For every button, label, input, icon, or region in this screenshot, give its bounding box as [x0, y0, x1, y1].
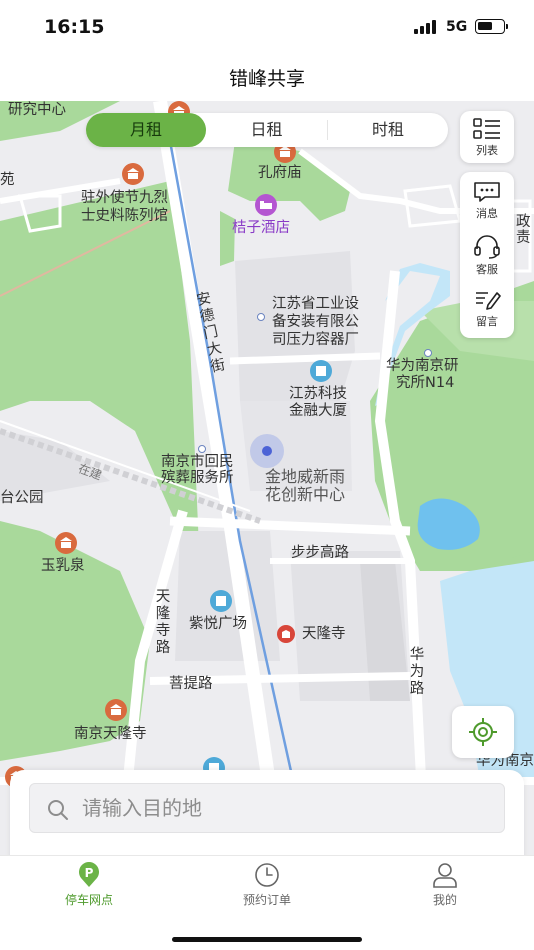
- map-label: 究所N14: [396, 375, 455, 391]
- map-label: 驻外使节九烈: [81, 190, 168, 206]
- feedback-button[interactable]: 留言: [460, 289, 514, 329]
- status-bar: 16:15 5G: [0, 0, 534, 56]
- poi-dot-icon: [257, 313, 265, 321]
- map-label: 孔府庙: [258, 165, 302, 181]
- map-label: 责: [516, 230, 531, 246]
- poi-dot-icon: [424, 349, 432, 357]
- map-label: 金融大厦: [289, 403, 347, 419]
- list-icon: [473, 118, 500, 139]
- status-time: 16:15: [44, 16, 105, 38]
- tab-parking-spots[interactable]: P 停车网点: [29, 862, 149, 908]
- map-label: 金地威新雨: [265, 467, 346, 486]
- list-button[interactable]: 列表: [460, 118, 514, 158]
- map-label: 天隆寺: [302, 626, 346, 642]
- svg-text:P: P: [85, 866, 94, 880]
- metro-station-icon[interactable]: [277, 625, 295, 643]
- spring-pin-icon[interactable]: [55, 532, 77, 554]
- locate-button[interactable]: [452, 706, 514, 758]
- service-label: 客服: [476, 263, 498, 276]
- user-location-marker: [250, 434, 284, 468]
- map-label: 备安装有限公: [272, 314, 359, 330]
- map-label: 研究中心: [8, 102, 66, 118]
- map-label: 玉乳泉: [41, 558, 85, 574]
- map-label: 江苏省工业设: [272, 296, 359, 312]
- map-label: 台公园: [0, 490, 44, 506]
- map-label: 紫悦广场: [189, 616, 247, 632]
- map-label: 江苏科技: [289, 386, 347, 402]
- parking-pin-icon: P: [79, 862, 99, 887]
- service-button[interactable]: 客服: [460, 235, 514, 277]
- map-label: 南京天隆寺: [74, 726, 147, 742]
- message-label: 消息: [476, 207, 498, 220]
- map-view[interactable]: 研究中心 苑 孔府庙 驻外使节九烈 士史料陈列馆 桔子酒店 政 责 江苏省工业设…: [0, 101, 534, 857]
- list-label: 列表: [476, 144, 498, 157]
- poi-dot-icon: [198, 445, 206, 453]
- tab-daily[interactable]: 日租: [206, 113, 327, 147]
- clock-icon: [255, 863, 279, 887]
- tab-label: 停车网点: [64, 893, 113, 907]
- museum-pin-icon[interactable]: [122, 163, 144, 185]
- search-sheet: [10, 770, 524, 857]
- message-button[interactable]: 消息: [460, 181, 514, 221]
- map-label: 司压力容器厂: [272, 332, 359, 348]
- tab-hourly[interactable]: 时租: [328, 113, 448, 147]
- user-icon: [433, 863, 457, 888]
- map-label: 苑: [0, 172, 15, 188]
- road-label: 天隆寺路: [155, 589, 171, 656]
- action-card: 消息 客服 留言: [460, 172, 514, 338]
- map-label: 步步高路: [291, 545, 349, 561]
- locate-icon: [469, 718, 497, 746]
- map-label: 菩提路: [169, 676, 213, 692]
- office-building-pin-icon[interactable]: [310, 360, 332, 382]
- tab-label: 我的: [432, 893, 457, 907]
- map-label: 花创新中心: [265, 485, 346, 504]
- mall-pin-icon[interactable]: [210, 590, 232, 612]
- signal-icon: [414, 20, 438, 34]
- search-icon: [48, 800, 68, 820]
- battery-icon: [475, 19, 508, 34]
- tab-label: 预约订单: [242, 893, 291, 907]
- rental-type-tabs: 月租 日租 时租: [86, 113, 448, 147]
- title-bar: 错峰共享: [0, 56, 534, 102]
- map-label: 桔子酒店: [232, 220, 290, 236]
- map-label: 士史料陈列馆: [81, 208, 168, 224]
- tab-profile[interactable]: 我的: [385, 862, 505, 908]
- home-indicator: [172, 937, 362, 942]
- tab-monthly[interactable]: 月租: [86, 113, 206, 147]
- headset-icon: [474, 235, 500, 259]
- network-type: 5G: [446, 19, 468, 35]
- map-label: 华为南京研: [386, 358, 459, 374]
- pagoda-pin-icon[interactable]: [105, 699, 127, 721]
- hotel-pin-icon[interactable]: [255, 194, 277, 216]
- road-label: 华为路: [409, 647, 425, 697]
- edit-note-icon: [476, 292, 501, 310]
- bottom-tab-bar: P 停车网点 预约订单 我的: [0, 855, 534, 950]
- page-title: 错峰共享: [228, 68, 305, 90]
- tab-orders[interactable]: 预约订单: [207, 862, 327, 908]
- list-card: 列表: [460, 111, 514, 163]
- map-label: 殡葬服务所: [161, 470, 234, 486]
- destination-search-input[interactable]: [82, 794, 482, 822]
- feedback-label: 留言: [476, 315, 498, 328]
- search-box[interactable]: [29, 783, 505, 833]
- message-icon: [474, 182, 500, 202]
